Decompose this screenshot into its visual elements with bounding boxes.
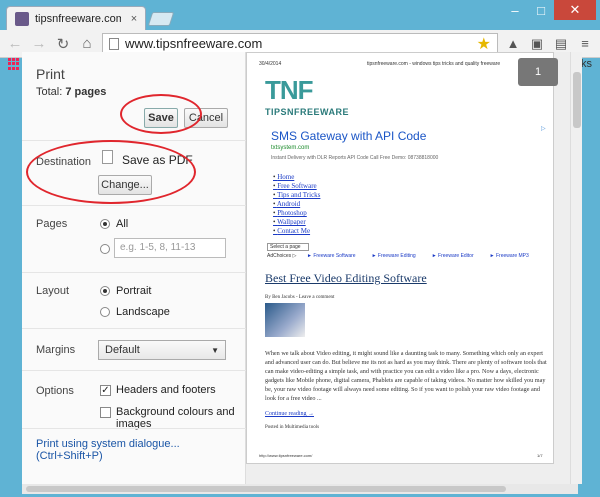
select-page-dropdown: Select a page: [267, 243, 309, 251]
background-checkbox[interactable]: [100, 407, 111, 418]
divider: [22, 205, 246, 206]
background-label: Background colours and images: [116, 406, 235, 430]
ad-link: ► Freeware Editing: [371, 253, 416, 259]
tab-title: tipsnfreeware.com - windo: [35, 12, 121, 25]
title-bar: tipsnfreeware.com - windo × – □ ✕: [0, 0, 600, 30]
menu-item: Tips and Tricks: [273, 191, 320, 200]
preview-header: tipsnfreeware.com - windows tips tricks …: [367, 61, 501, 67]
total-label: Total:: [36, 86, 63, 98]
ad-choices-icon: ▷: [541, 126, 546, 132]
post-thumbnail: [265, 303, 305, 337]
divider: [22, 428, 246, 429]
site-logo-text: TIPSNFREEWARE: [265, 107, 350, 117]
posted-in: Posted in Multimedia tools: [265, 425, 320, 430]
apps-icon[interactable]: [8, 58, 20, 70]
preview-page: 30/4/2014 tipsnfreeware.com - windows ti…: [246, 52, 554, 464]
post-body: When we talk about Video editing, it mig…: [265, 350, 547, 402]
close-window-button[interactable]: ✕: [554, 0, 596, 20]
scroll-thumb[interactable]: [26, 486, 506, 492]
pages-all-label: All: [116, 218, 129, 230]
continue-reading-link: Continue reading →: [265, 411, 314, 417]
divider: [22, 272, 246, 273]
menu-item: Free Software: [273, 182, 320, 191]
options-label: Options: [36, 385, 74, 397]
site-menu: Home Free Software Tips and Tricks Andro…: [273, 173, 321, 236]
ad-link: ► Freeware Editor: [431, 253, 474, 259]
system-dialog-link[interactable]: Print using system dialogue... (Ctrl+Shi…: [36, 438, 245, 462]
home-icon[interactable]: ⌂: [78, 35, 96, 52]
new-tab-button[interactable]: [147, 12, 175, 26]
post-byline: By Ben Jacobs - Leave a comment: [265, 295, 335, 300]
footer-url: http://www.tipsnfreeware.com/: [259, 453, 313, 458]
ad-url: txtsystem.com: [271, 145, 310, 151]
pages-range-input[interactable]: e.g. 1-5, 8, 11-13: [114, 238, 226, 258]
forward-icon[interactable]: →: [30, 35, 48, 52]
site-logo: TNF: [265, 75, 314, 105]
total-value: 7 pages: [65, 86, 107, 98]
margins-label: Margins: [36, 344, 76, 356]
menu-item: Home: [273, 173, 320, 182]
favicon-icon: [15, 11, 29, 26]
reload-icon[interactable]: ↻: [54, 35, 72, 53]
menu-item: Photoshop: [273, 209, 320, 218]
margins-select[interactable]: Default ▼: [98, 340, 226, 360]
pages-custom-radio[interactable]: [100, 244, 110, 254]
ad-link: ► Freeware Software: [307, 253, 356, 259]
ad-description: Instant Delivery with DLR Reports API Co…: [271, 155, 439, 161]
menu-icon[interactable]: ≡: [576, 35, 594, 53]
divider: [22, 328, 246, 329]
margins-value: Default: [105, 344, 140, 356]
headers-footers-label: Headers and footers: [116, 384, 216, 396]
total-pages: Total: 7 pages: [36, 86, 106, 98]
destination-highlight: [26, 140, 196, 204]
browser-tab[interactable]: tipsnfreeware.com - windo ×: [6, 6, 146, 30]
address-url[interactable]: www.tipsnfreeware.com: [125, 36, 471, 51]
menu-item: Wallpaper: [273, 218, 320, 227]
horizontal-scrollbar[interactable]: [22, 484, 578, 494]
tab-close-icon[interactable]: ×: [127, 13, 141, 25]
headers-footers-checkbox[interactable]: ✓: [100, 385, 111, 396]
save-highlight: [120, 94, 202, 134]
menu-item: Contact Me: [273, 227, 320, 236]
pages-label: Pages: [36, 218, 68, 230]
preview-date: 30/4/2014: [259, 61, 282, 67]
print-title: Print: [36, 66, 65, 82]
layout-landscape-label: Landscape: [116, 306, 170, 318]
extension-icon-2[interactable]: ▣: [528, 35, 546, 53]
layout-portrait-radio[interactable]: [100, 286, 110, 296]
back-icon[interactable]: ←: [6, 35, 24, 52]
ad-links: ► Freeware Software ► Freeware Editing ►…: [307, 253, 529, 259]
extension-icon-3[interactable]: ▤: [552, 35, 570, 53]
ad-link: ► Freeware MP3: [489, 253, 529, 259]
pages-all-radio[interactable]: [100, 219, 110, 229]
dropdown-arrow-icon: ▼: [211, 345, 219, 355]
divider: [22, 370, 246, 371]
page-icon: [109, 37, 119, 50]
layout-portrait-label: Portrait: [116, 285, 152, 297]
maximize-button[interactable]: □: [528, 0, 554, 20]
adchoices-label: AdChoices ▷: [267, 253, 297, 259]
post-title: Best Free Video Editing Software: [265, 271, 427, 285]
page-indicator: 1: [518, 58, 558, 86]
vertical-scrollbar[interactable]: [570, 52, 582, 484]
bookmark-star-icon[interactable]: ★: [477, 34, 491, 54]
print-preview: 30/4/2014 tipsnfreeware.com - windows ti…: [246, 52, 570, 484]
layout-landscape-radio[interactable]: [100, 307, 110, 317]
footer-page: 1/7: [537, 453, 543, 458]
extension-icon[interactable]: ▲: [504, 35, 522, 53]
layout-label: Layout: [36, 285, 70, 297]
window-controls: – □ ✕: [502, 0, 596, 20]
ad-title: SMS Gateway with API Code: [271, 129, 427, 143]
scroll-thumb[interactable]: [573, 72, 581, 128]
menu-item: Android: [273, 200, 320, 209]
minimize-button[interactable]: –: [502, 0, 528, 20]
